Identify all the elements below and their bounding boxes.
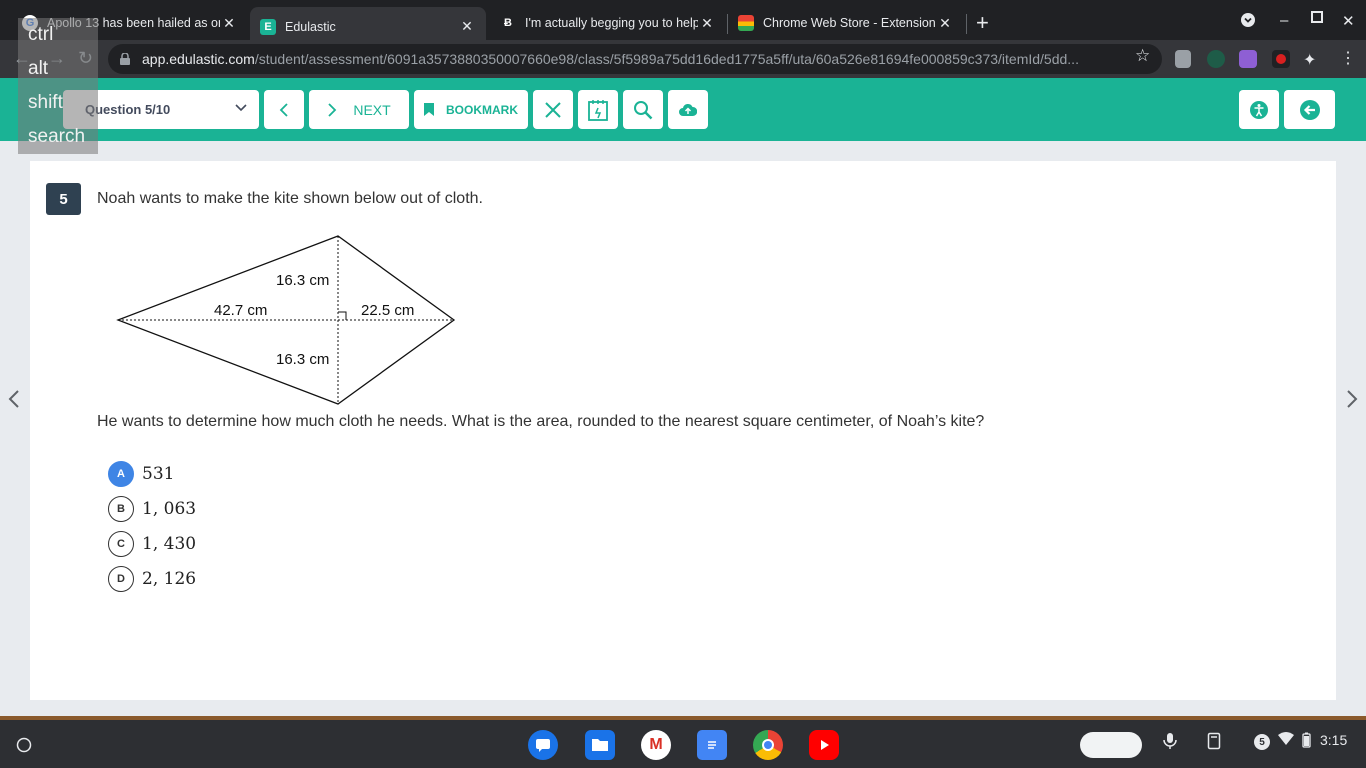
crossout-icon bbox=[545, 101, 561, 118]
option-text: 531 bbox=[142, 464, 175, 484]
option-text: 1, 430 bbox=[142, 534, 197, 554]
key-search: search bbox=[28, 126, 86, 147]
option-letter[interactable]: A bbox=[108, 461, 134, 487]
chevron-right-icon bbox=[328, 102, 337, 117]
wifi-icon[interactable] bbox=[1278, 732, 1294, 749]
files-app-icon[interactable] bbox=[585, 730, 615, 760]
microphone-icon[interactable] bbox=[1163, 732, 1177, 753]
address-bar[interactable]: app.edulastic.com /student/assessment/60… bbox=[108, 44, 1162, 74]
bookmark-label: BOOKMARK bbox=[446, 102, 518, 117]
url-host: app.edulastic.com bbox=[142, 51, 255, 67]
chevron-down-icon bbox=[235, 104, 247, 112]
close-icon[interactable]: ✕ bbox=[458, 18, 476, 35]
minimize-icon[interactable]: – bbox=[1280, 12, 1288, 29]
system-shelf: M 5 3:15 bbox=[0, 720, 1366, 768]
kite-figure: 16.3 cm 42.7 cm 22.5 cm 16.3 cm bbox=[116, 235, 456, 405]
webstore-icon bbox=[738, 15, 754, 31]
label-top: 16.3 cm bbox=[276, 272, 329, 289]
tab-title: Chrome Web Store - Extensions bbox=[763, 16, 936, 30]
previous-button[interactable] bbox=[264, 90, 304, 129]
next-page-arrow[interactable] bbox=[1346, 390, 1358, 414]
chevron-left-icon bbox=[279, 102, 288, 117]
reading-list-icon[interactable] bbox=[1175, 50, 1191, 68]
record-extension-icon[interactable] bbox=[1272, 50, 1290, 68]
extension-icon[interactable] bbox=[1239, 50, 1257, 68]
option-letter[interactable]: C bbox=[108, 531, 134, 557]
messages-app-icon[interactable] bbox=[528, 730, 558, 760]
label-left: 42.7 cm bbox=[214, 302, 267, 319]
maximize-icon[interactable] bbox=[1311, 10, 1323, 27]
key-alt: alt bbox=[28, 58, 49, 79]
magnifier-icon bbox=[634, 100, 653, 119]
question-card: 5 Noah wants to make the kite shown belo… bbox=[30, 161, 1336, 700]
tab-brainly[interactable]: Ƀ I'm actually begging you to help ✕ bbox=[490, 6, 726, 40]
label-bottom: 16.3 cm bbox=[276, 351, 329, 368]
option-letter[interactable]: B bbox=[108, 496, 134, 522]
holding-space-pill[interactable] bbox=[1080, 732, 1142, 758]
option-letter[interactable]: D bbox=[108, 566, 134, 592]
label-right: 22.5 cm bbox=[361, 302, 414, 319]
chrome-app-icon[interactable] bbox=[753, 730, 783, 760]
lock-icon bbox=[120, 52, 130, 65]
new-tab-icon[interactable]: + bbox=[976, 12, 989, 34]
puzzle-icon[interactable]: ✦ bbox=[1303, 50, 1321, 69]
tab-webstore[interactable]: Chrome Web Store - Extensions ✕ bbox=[728, 6, 964, 40]
option-text: 1, 063 bbox=[142, 499, 197, 519]
url-path: /student/assessment/6091a357388035000766… bbox=[254, 51, 1079, 67]
battery-icon[interactable] bbox=[1302, 732, 1311, 751]
launcher-icon[interactable] bbox=[9, 730, 39, 760]
menu-icon[interactable]: ⋮ bbox=[1340, 48, 1358, 67]
option-text: 2, 126 bbox=[142, 569, 197, 589]
save-cloud-button[interactable] bbox=[668, 90, 708, 129]
tab-separator bbox=[966, 14, 967, 34]
stylus-tools-icon[interactable] bbox=[1207, 732, 1221, 753]
tab-search-icon[interactable] bbox=[1240, 12, 1256, 32]
option-d[interactable]: D 2, 126 bbox=[108, 565, 196, 593]
key-ctrl: ctrl bbox=[28, 24, 54, 45]
next-button[interactable]: NEXT bbox=[309, 90, 409, 129]
eliminator-button[interactable] bbox=[533, 90, 573, 129]
option-a[interactable]: A 531 bbox=[108, 460, 174, 488]
close-icon[interactable]: ✕ bbox=[698, 15, 716, 32]
close-icon[interactable]: ✕ bbox=[220, 15, 238, 32]
clock[interactable]: 3:15 bbox=[1320, 732, 1347, 748]
modifier-keys-overlay: ctrl alt shift search bbox=[18, 18, 98, 154]
key-shift: shift bbox=[28, 92, 63, 113]
docs-app-icon[interactable] bbox=[697, 730, 727, 760]
notification-count-badge[interactable]: 5 bbox=[1254, 734, 1270, 750]
option-c[interactable]: C 1, 430 bbox=[108, 530, 196, 558]
magnifier-button[interactable] bbox=[623, 90, 663, 129]
option-b[interactable]: B 1, 063 bbox=[108, 495, 196, 523]
tab-title: Edulastic bbox=[285, 19, 336, 34]
previous-page-arrow[interactable] bbox=[8, 390, 20, 414]
youtube-app-icon[interactable] bbox=[809, 730, 839, 760]
right-angle-mark bbox=[338, 311, 347, 320]
next-label: NEXT bbox=[353, 101, 391, 118]
scratchpad-icon bbox=[588, 99, 608, 121]
bookmark-icon bbox=[424, 103, 434, 116]
cloud-upload-icon bbox=[679, 103, 697, 116]
extension-icon[interactable] bbox=[1207, 50, 1225, 68]
question-number-badge: 5 bbox=[46, 183, 81, 215]
question-stem: Noah wants to make the kite shown below … bbox=[97, 190, 483, 207]
assessment-header: Question 5/10 NEXT BOOKMARK bbox=[0, 78, 1366, 141]
tab-title: I'm actually begging you to help bbox=[525, 16, 698, 30]
bookmark-button[interactable]: BOOKMARK bbox=[414, 90, 528, 129]
bookmark-star-icon[interactable]: ☆ bbox=[1135, 46, 1150, 66]
accessibility-icon bbox=[1250, 100, 1268, 119]
close-icon[interactable]: ✕ bbox=[936, 15, 954, 32]
exit-arrow-icon bbox=[1299, 99, 1320, 120]
edulastic-icon: E bbox=[260, 18, 276, 35]
window-close-icon[interactable]: ✕ bbox=[1342, 12, 1355, 30]
gmail-app-icon[interactable]: M bbox=[641, 730, 671, 760]
browser-toolbar: ← → ↻ app.edulastic.com /student/assessm… bbox=[0, 40, 1366, 78]
accessibility-button[interactable] bbox=[1239, 90, 1279, 129]
exit-button[interactable] bbox=[1284, 90, 1335, 129]
brainly-icon: Ƀ bbox=[504, 17, 512, 29]
question-prompt: He wants to determine how much cloth he … bbox=[97, 413, 985, 430]
scratchpad-button[interactable] bbox=[578, 90, 618, 129]
